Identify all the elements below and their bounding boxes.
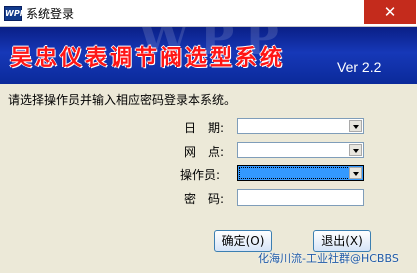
banner-title: 吴忠仪表调节阀选型系统 (10, 45, 286, 71)
close-icon: ✕ (383, 3, 397, 21)
chevron-down-icon (353, 125, 359, 129)
footer-watermark: 化海川流-工业社群@HCBBS (258, 252, 399, 265)
ok-button[interactable]: 确定(O) (214, 230, 272, 252)
app-icon: WPP (4, 6, 26, 21)
operator-dropdown-button[interactable] (349, 167, 362, 179)
operator-label: 操作员: (180, 168, 221, 182)
window-title: 系统登录 (26, 7, 75, 21)
exit-button[interactable]: 退出(X) (313, 230, 371, 252)
date-combobox[interactable] (237, 118, 364, 134)
site-dropdown-button[interactable] (349, 144, 362, 156)
site-combobox[interactable] (237, 142, 364, 158)
close-button[interactable]: ✕ (364, 0, 416, 24)
title-bar[interactable]: WPP 系统登录 ✕ (0, 0, 417, 27)
date-dropdown-button[interactable] (349, 120, 362, 132)
password-field[interactable] (237, 189, 364, 206)
instruction-text: 请选择操作员并输入相应密码登录本系统。 (8, 93, 237, 107)
chevron-down-icon (353, 149, 359, 153)
chevron-down-icon (353, 172, 359, 176)
app-icon-text: WPP (5, 9, 26, 18)
version-label: Ver 2.2 (337, 59, 382, 75)
password-label: 密 码: (184, 192, 225, 206)
login-window: WPP 系统登录 ✕ WPP 吴忠仪表调节阀选型系统 Ver 2.2 请选择操作… (0, 0, 417, 273)
date-label: 日 期: (184, 121, 225, 135)
banner: WPP 吴忠仪表调节阀选型系统 Ver 2.2 (0, 27, 417, 84)
site-label: 网 点: (184, 145, 225, 159)
operator-combobox[interactable] (237, 165, 364, 181)
